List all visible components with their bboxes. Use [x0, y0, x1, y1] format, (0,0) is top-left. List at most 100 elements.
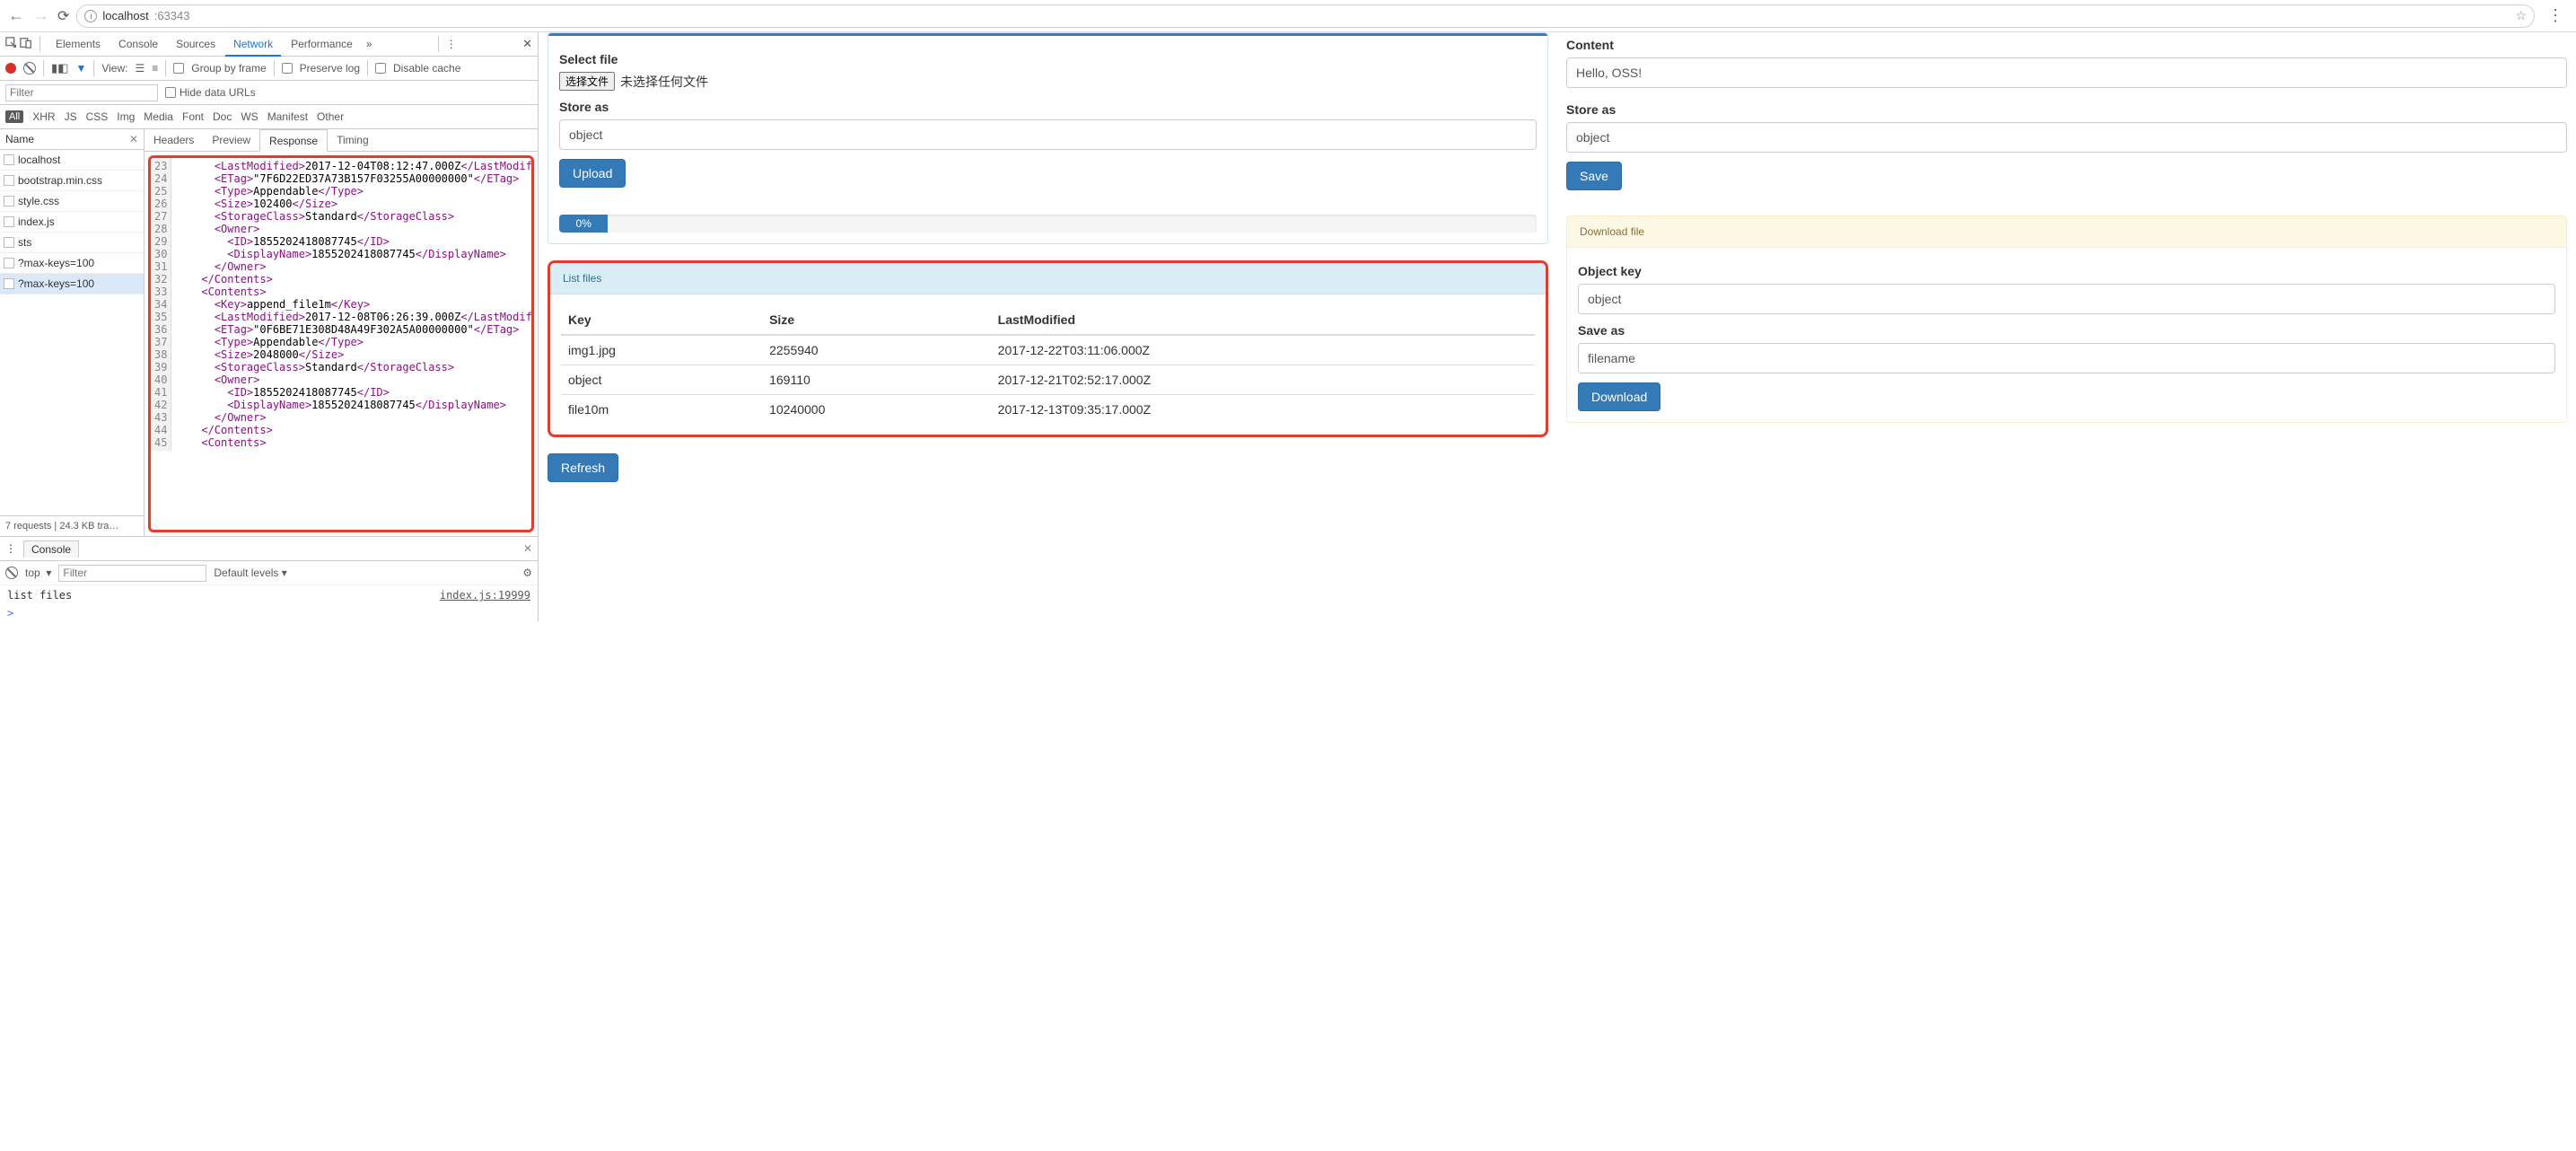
console-levels[interactable]: Default levels ▾	[214, 567, 286, 579]
object-key-input[interactable]	[1578, 284, 2555, 314]
response-body-highlight: 23 24 25 26 27 28 29 30 31 32 33 34 35 3…	[148, 155, 534, 532]
table-row: object1691102017-12-21T02:52:17.000Z	[561, 365, 1535, 395]
filter-toggle-icon[interactable]: ▼	[75, 62, 86, 75]
filter-other[interactable]: Other	[317, 110, 344, 123]
response-code[interactable]: 23 24 25 26 27 28 29 30 31 32 33 34 35 3…	[151, 158, 531, 451]
browser-toolbar: ← → ⟳ i localhost:63343 ☆ ⋮	[0, 0, 2576, 32]
browser-menu-icon[interactable]: ⋮	[2542, 6, 2569, 25]
tab-response[interactable]: Response	[259, 129, 328, 152]
filter-css[interactable]: CSS	[86, 110, 109, 123]
file-icon	[4, 258, 14, 268]
file-icon	[4, 175, 14, 186]
content-store-as-input[interactable]	[1566, 122, 2567, 153]
upload-progress: 0%	[559, 215, 1537, 233]
screenshot-icon[interactable]: ▮◧	[51, 61, 68, 75]
content-store-as-label: Store as	[1566, 102, 2567, 117]
download-button[interactable]: Download	[1578, 382, 1660, 411]
inspect-icon[interactable]	[5, 37, 18, 52]
upload-panel: Select file 选择文件 未选择任何文件 Store as Upload…	[548, 32, 1548, 244]
filter-img[interactable]: Img	[117, 110, 135, 123]
back-button[interactable]: ←	[7, 6, 25, 25]
request-item[interactable]: style.css	[0, 191, 144, 212]
console-context[interactable]: top ▾	[25, 567, 51, 579]
device-toggle-icon[interactable]	[20, 37, 32, 52]
group-by-frame-label: Group by frame	[191, 62, 266, 75]
tab-elements[interactable]: Elements	[48, 32, 109, 57]
drawer-tab-console[interactable]: Console	[23, 540, 79, 558]
request-list-header[interactable]: Name✕	[0, 129, 144, 150]
console-prompt[interactable]: >	[0, 605, 538, 621]
tab-preview[interactable]: Preview	[203, 129, 259, 152]
hide-data-urls-checkbox[interactable]	[165, 87, 176, 98]
store-as-input[interactable]	[559, 119, 1537, 150]
disable-cache-checkbox[interactable]	[375, 63, 386, 74]
console-log-location[interactable]: index.js:19999	[440, 589, 530, 602]
forward-button[interactable]: →	[32, 6, 50, 25]
more-tabs-icon[interactable]: »	[366, 38, 372, 50]
choose-file-button[interactable]: 选择文件	[559, 72, 615, 91]
group-by-frame-checkbox[interactable]	[173, 63, 184, 74]
site-info-icon[interactable]: i	[84, 10, 97, 22]
filter-media[interactable]: Media	[144, 110, 173, 123]
close-request-pane-icon[interactable]: ✕	[129, 133, 138, 145]
view-large-icon[interactable]: ☰	[135, 62, 145, 75]
file-icon	[4, 154, 14, 165]
clear-button[interactable]	[23, 62, 36, 75]
save-as-input[interactable]	[1578, 343, 2555, 373]
tab-performance[interactable]: Performance	[283, 32, 361, 57]
th-lastmodified: LastModified	[991, 305, 1535, 335]
request-item[interactable]: index.js	[0, 212, 144, 233]
request-item[interactable]: bootstrap.min.css	[0, 171, 144, 191]
filter-doc[interactable]: Doc	[213, 110, 232, 123]
refresh-button[interactable]: Refresh	[548, 453, 618, 482]
reload-button[interactable]: ⟳	[57, 7, 69, 25]
file-icon	[4, 196, 14, 206]
filter-ws[interactable]: WS	[241, 110, 258, 123]
address-bar[interactable]: i localhost:63343 ☆	[76, 4, 2535, 28]
record-button[interactable]	[5, 63, 16, 74]
tab-network[interactable]: Network	[225, 32, 281, 57]
devtools-close-icon[interactable]: ✕	[522, 37, 532, 51]
request-footer: 7 requests | 24.3 KB tra…	[0, 515, 144, 536]
filter-font[interactable]: Font	[182, 110, 204, 123]
drawer-menu-icon[interactable]: ⋮	[5, 542, 16, 555]
preserve-log-checkbox[interactable]	[282, 63, 293, 74]
tab-timing[interactable]: Timing	[328, 129, 378, 152]
tab-headers[interactable]: Headers	[145, 129, 203, 152]
console-clear-icon[interactable]	[5, 567, 18, 579]
drawer-close-icon[interactable]: ✕	[523, 542, 532, 555]
console-filter-input[interactable]	[58, 565, 206, 582]
download-panel: Download file Object key Save as Downloa…	[1566, 215, 2567, 423]
devtools-menu-icon[interactable]: ⋮	[446, 38, 457, 50]
view-label: View:	[101, 62, 127, 75]
console-settings-icon[interactable]: ⚙	[522, 567, 532, 579]
files-table: Key Size LastModified img1.jpg2255940201…	[561, 305, 1535, 424]
disable-cache-label: Disable cache	[393, 62, 460, 75]
tab-sources[interactable]: Sources	[168, 32, 223, 57]
upload-button[interactable]: Upload	[559, 159, 626, 188]
content-input[interactable]	[1566, 57, 2567, 88]
save-button[interactable]: Save	[1566, 162, 1622, 190]
select-file-label: Select file	[559, 52, 1537, 66]
filter-all[interactable]: All	[5, 110, 23, 123]
content-label: Content	[1566, 38, 2567, 52]
request-item[interactable]: ?max-keys=100	[0, 253, 144, 274]
filter-xhr[interactable]: XHR	[32, 110, 55, 123]
view-small-icon[interactable]: ≡	[152, 62, 158, 75]
devtools-panel: Elements Console Sources Network Perform…	[0, 32, 539, 621]
object-key-label: Object key	[1578, 264, 2555, 278]
upload-progress-bar: 0%	[559, 215, 608, 233]
network-filter-input[interactable]	[5, 84, 158, 101]
store-as-label: Store as	[559, 100, 1537, 114]
request-item[interactable]: sts	[0, 233, 144, 253]
request-item[interactable]: ?max-keys=100	[0, 274, 144, 294]
request-item[interactable]: localhost	[0, 150, 144, 171]
bookmark-star-icon[interactable]: ☆	[2515, 8, 2527, 23]
console-log-line[interactable]: list files index.js:19999	[0, 585, 538, 605]
filter-js[interactable]: JS	[65, 110, 77, 123]
list-files-panel: List files Key Size LastModified img1.jp…	[548, 260, 1548, 437]
filter-type-row: All XHR JS CSS Img Media Font Doc WS Man…	[0, 105, 538, 129]
console-drawer: ⋮ Console ✕ top ▾ Default levels ▾ ⚙ lis…	[0, 536, 538, 621]
filter-manifest[interactable]: Manifest	[267, 110, 308, 123]
tab-console[interactable]: Console	[110, 32, 166, 57]
